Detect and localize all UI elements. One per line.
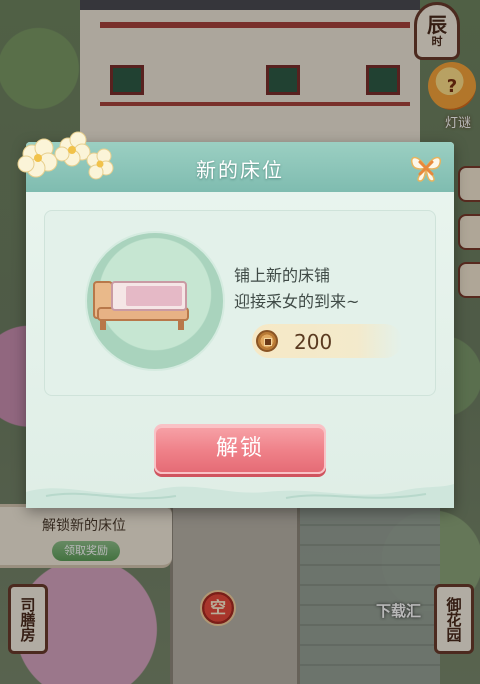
new-bed-dialog: 新的床位 铺上新的床铺 迎接采女的到来~ 200 解锁 — [17, 131, 454, 508]
bed-icon — [93, 281, 189, 330]
description-line-1: 铺上新的床铺 — [234, 266, 331, 285]
butterfly-close-icon — [410, 156, 442, 182]
cost-value: 200 — [294, 330, 333, 354]
close-button[interactable] — [408, 150, 444, 186]
flower-decoration-icon — [17, 131, 114, 180]
coin-icon — [256, 330, 278, 352]
description-line-2: 迎接采女的到来~ — [234, 292, 360, 311]
cloud-decoration-icon — [26, 484, 454, 508]
